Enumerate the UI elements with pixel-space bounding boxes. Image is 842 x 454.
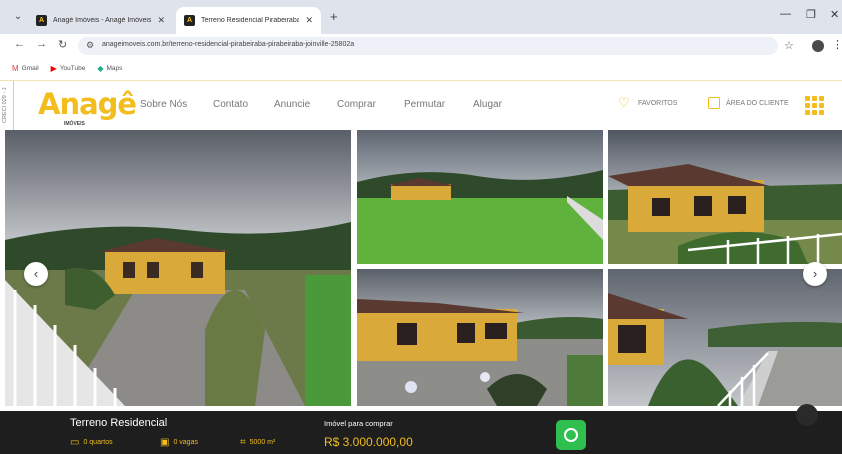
whatsapp-icon <box>564 428 578 442</box>
property-info-bar: Terreno Residencial ▭ 0 quartos ▣ 0 vagas … <box>0 411 842 454</box>
menu-kebab-icon[interactable]: ⋮ <box>832 38 842 51</box>
url-text: anageimoveis.com.br/terreno-residencial-… <box>102 41 355 48</box>
user-icon <box>708 97 720 109</box>
browser-toolbar: ← → ↻ ⚙ anageimoveis.com.br/terreno-resi… <box>0 34 842 58</box>
nav-permutar[interactable]: Permutar <box>404 99 445 110</box>
back-icon[interactable]: ← <box>14 38 25 50</box>
browser-tab-active[interactable]: A Terreno Residencial Pirabeiraba ✕ <box>176 7 321 34</box>
favorites-link[interactable]: ♡ FAVORITOS <box>618 95 677 110</box>
browser-tab-strip: ⌄ A Anagé Imóveis - Anagé Imóveis ✕ A Te… <box>0 0 842 34</box>
gallery-prev-button[interactable]: ‹ <box>24 262 48 286</box>
photo-gallery: ‹ › <box>0 130 842 406</box>
apps-grid-icon[interactable] <box>805 96 824 115</box>
nav-anuncie[interactable]: Anuncie <box>274 99 310 110</box>
property-title: Terreno Residencial <box>70 417 168 429</box>
minimize-icon[interactable]: — <box>780 8 791 20</box>
chat-widget-icon[interactable] <box>796 404 818 426</box>
nav-sobre-nos[interactable]: Sobre Nós <box>140 99 187 110</box>
bookmark-star-icon[interactable]: ☆ <box>784 39 794 52</box>
tab-title: Terreno Residencial Pirabeiraba <box>201 17 300 24</box>
chevron-left-icon: ‹ <box>33 266 39 281</box>
nav-comprar[interactable]: Comprar <box>337 99 376 110</box>
area-feature: ⌗ 5000 m² <box>240 437 276 448</box>
close-window-icon[interactable]: ✕ <box>830 8 839 21</box>
heart-icon: ♡ <box>618 95 630 110</box>
gmail-icon: M <box>12 63 19 73</box>
gallery-next-button[interactable]: › <box>803 262 827 286</box>
forward-icon[interactable]: → <box>36 38 47 50</box>
profile-avatar-icon[interactable] <box>812 40 824 52</box>
chevron-right-icon: › <box>812 266 818 281</box>
creci-side-tab[interactable]: CRECI 029 - J <box>0 81 14 131</box>
site-info-icon[interactable]: ⚙ <box>86 40 94 51</box>
tab-search-icon[interactable]: ⌄ <box>10 9 26 25</box>
bookmarks-bar: M Gmail ▶ YouTube ◆ Maps <box>0 58 842 78</box>
bookmark-youtube[interactable]: ▶ YouTube <box>51 64 86 73</box>
site-header: CRECI 029 - J Anagê IMÓVEIS Sobre Nós Co… <box>0 80 842 131</box>
parking-feature: ▣ 0 vagas <box>160 437 198 448</box>
browser-tab[interactable]: A Anagé Imóveis - Anagé Imóveis ✕ <box>28 7 173 34</box>
area-icon: ⌗ <box>240 437 246 448</box>
anage-logo[interactable]: Anagê IMÓVEIS <box>38 87 137 127</box>
nav-contato[interactable]: Contato <box>213 99 248 110</box>
bookmark-maps[interactable]: ◆ Maps <box>97 64 122 73</box>
gallery-photo-3[interactable] <box>608 130 842 264</box>
rooms-feature: ▭ 0 quartos <box>70 437 113 448</box>
close-tab-icon[interactable]: ✕ <box>305 15 313 26</box>
youtube-icon: ▶ <box>50 63 57 73</box>
car-icon: ▣ <box>160 437 170 448</box>
nav-alugar[interactable]: Alugar <box>473 99 502 110</box>
close-tab-icon[interactable]: ✕ <box>157 15 165 26</box>
price-label: Imóvel para comprar <box>324 419 393 428</box>
tab-title: Anagé Imóveis - Anagé Imóveis <box>53 17 152 24</box>
maps-icon: ◆ <box>97 63 104 73</box>
site-favicon-icon: A <box>184 15 195 26</box>
new-tab-icon[interactable]: + <box>330 9 338 24</box>
gallery-photo-4[interactable] <box>357 269 603 406</box>
restore-icon[interactable]: ❐ <box>806 8 816 21</box>
gallery-photo-main[interactable] <box>5 130 351 406</box>
client-area-link[interactable]: ÁREA DO CLIENTE <box>708 97 789 109</box>
gallery-photo-2[interactable] <box>357 130 603 264</box>
price-value: R$ 3.000.000,00 <box>324 435 413 449</box>
site-favicon-icon: A <box>36 15 47 26</box>
whatsapp-button[interactable] <box>556 420 586 450</box>
reload-icon[interactable]: ↻ <box>58 38 67 51</box>
gallery-photo-5[interactable] <box>608 269 842 406</box>
bookmark-gmail[interactable]: M Gmail <box>12 64 39 73</box>
address-bar[interactable]: ⚙ anageimoveis.com.br/terreno-residencia… <box>78 37 778 55</box>
bed-icon: ▭ <box>70 437 80 448</box>
